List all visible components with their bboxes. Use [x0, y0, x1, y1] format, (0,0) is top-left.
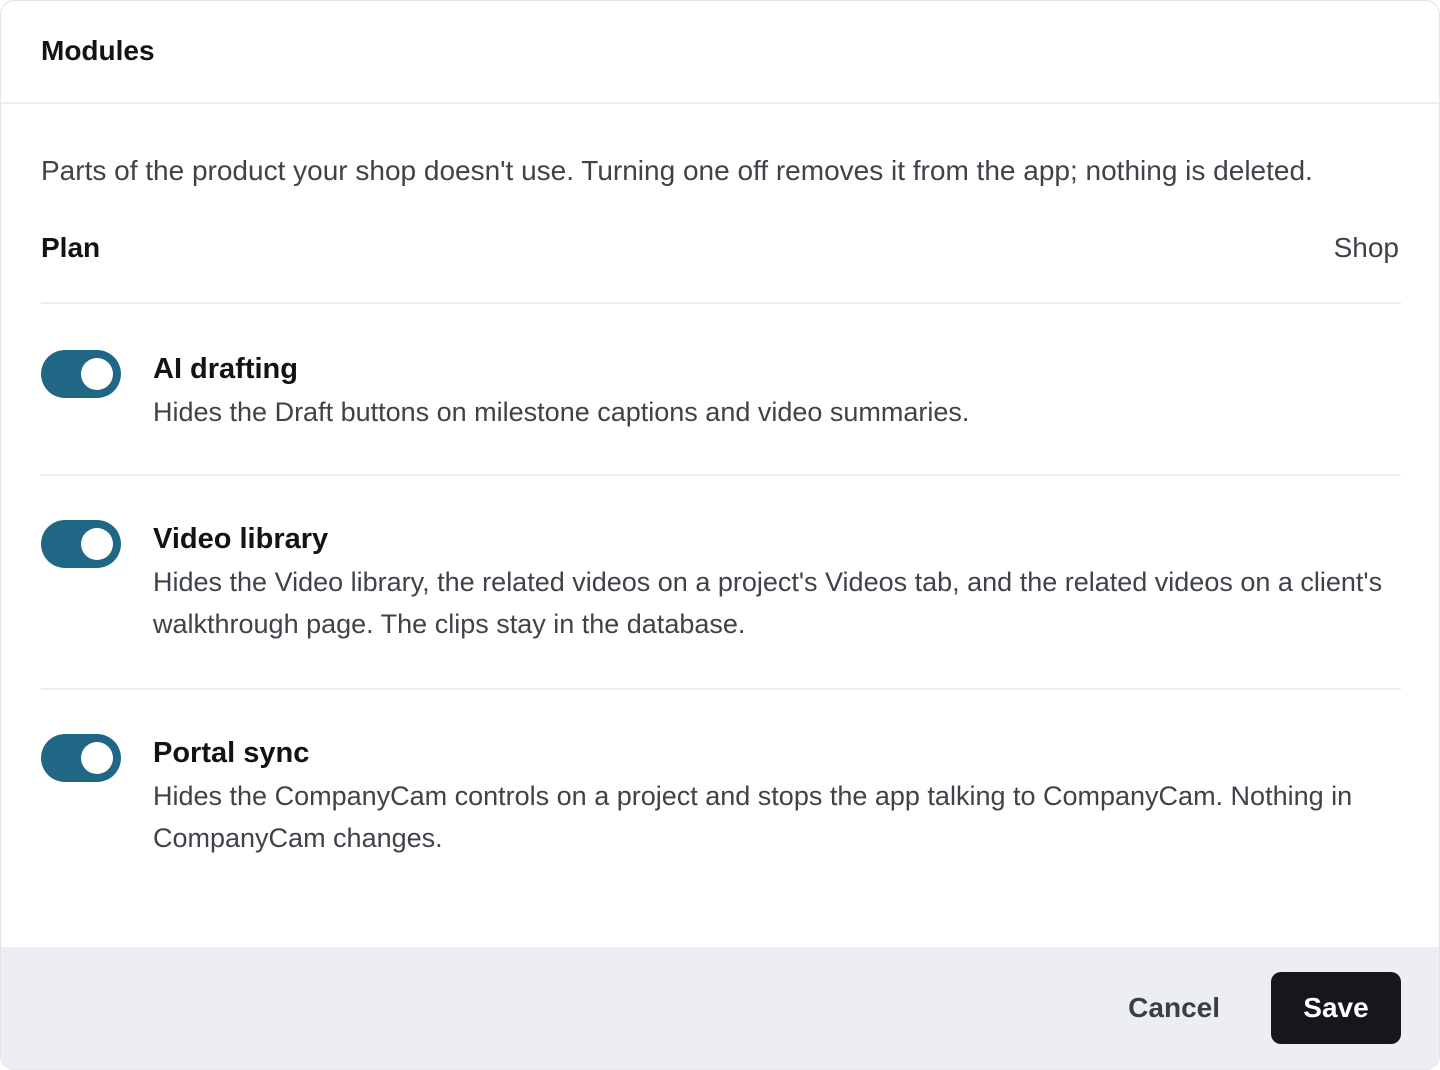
module-title: AI drafting: [153, 353, 298, 385]
module-text: AI drafting Hides the Draft buttons on m…: [153, 350, 1403, 433]
modules-dialog: Modules Parts of the product your shop d…: [0, 0, 1440, 1070]
module-text: Portal sync Hides the CompanyCam control…: [153, 734, 1403, 859]
module-ai-drafting: AI drafting Hides the Draft buttons on m…: [41, 350, 1399, 474]
portal-sync-toggle[interactable]: [41, 734, 121, 782]
intro-text: Parts of the product your shop doesn't u…: [41, 155, 1313, 186]
divider: [41, 302, 1401, 304]
divider: [41, 688, 1401, 690]
module-title: Portal sync: [153, 737, 310, 769]
dialog-footer: Cancel Save: [1, 947, 1439, 1069]
plan-row: Plan Shop: [41, 225, 1399, 271]
dialog-header: Modules: [1, 1, 1439, 104]
dialog-body: Parts of the product your shop doesn't u…: [1, 148, 1439, 859]
cancel-button[interactable]: Cancel: [1128, 992, 1220, 1024]
video-library-toggle[interactable]: [41, 520, 121, 568]
module-description: Hides the CompanyCam controls on a proje…: [153, 781, 1353, 853]
plan-label: Plan: [41, 232, 101, 263]
save-button[interactable]: Save: [1271, 972, 1401, 1044]
toggle-knob: [81, 358, 113, 390]
toggle-knob: [81, 742, 113, 774]
module-video-library: Video library Hides the Video library, t…: [41, 520, 1399, 688]
module-description: Hides the Video library, the related vid…: [153, 567, 1383, 639]
divider: [41, 474, 1401, 476]
plan-value: Shop: [1333, 232, 1399, 263]
module-portal-sync: Portal sync Hides the CompanyCam control…: [41, 734, 1399, 859]
module-description: Hides the Draft buttons on milestone cap…: [153, 397, 970, 427]
toggle-knob: [81, 528, 113, 560]
module-title: Video library: [153, 523, 329, 555]
ai-drafting-toggle[interactable]: [41, 350, 121, 398]
dialog-title: Modules: [41, 34, 155, 66]
module-text: Video library Hides the Video library, t…: [153, 520, 1403, 645]
